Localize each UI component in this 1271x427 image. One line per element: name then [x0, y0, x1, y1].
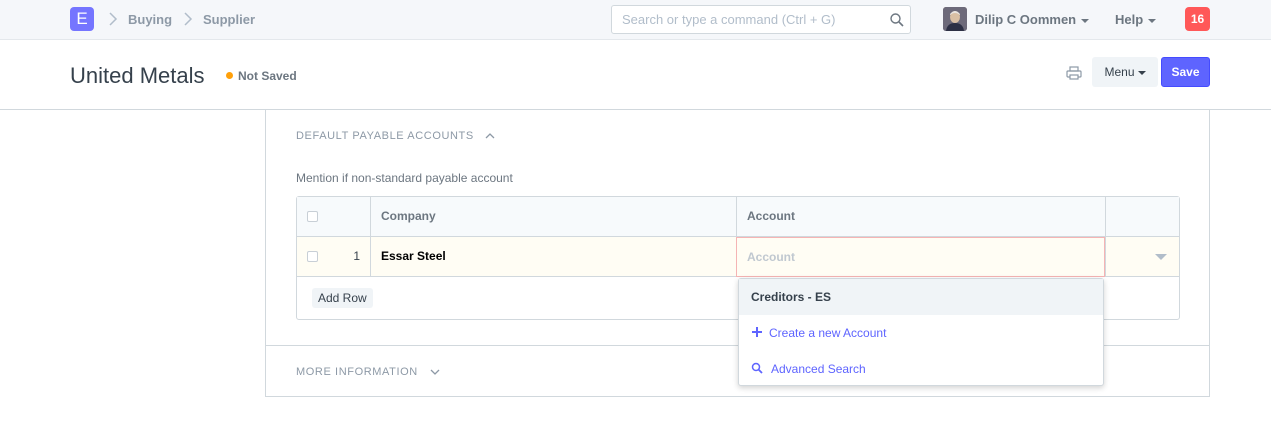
column-divider — [370, 237, 371, 277]
account-suggestions-dropdown: Creditors - ES Create a new Account Adva… — [738, 278, 1104, 386]
plus-icon — [752, 327, 762, 337]
section-more-information[interactable]: MORE INFORMATION — [296, 366, 440, 378]
section-title: MORE INFORMATION — [296, 366, 418, 378]
search-input[interactable] — [612, 6, 877, 33]
search-box — [611, 5, 911, 34]
search-icon[interactable] — [889, 12, 905, 28]
chevron-down-icon — [430, 369, 439, 376]
caret-down-icon[interactable] — [1155, 254, 1167, 260]
user-menu[interactable]: Dilip C Oommen — [975, 12, 1090, 27]
chevron-up-icon — [486, 133, 495, 139]
page-head: United Metals Not Saved Menu Save — [0, 41, 1271, 110]
caret-down-icon — [1148, 18, 1157, 23]
column-divider — [1105, 197, 1106, 237]
select-all-checkbox[interactable] — [307, 211, 318, 222]
chevron-right-icon — [109, 12, 118, 26]
column-divider — [736, 197, 737, 237]
menu-button[interactable]: Menu — [1092, 57, 1158, 87]
navbar: E Buying Supplier Dilip C Oommen Help 16 — [0, 0, 1271, 40]
section-default-payable-accounts[interactable]: DEFAULT PAYABLE ACCOUNTS — [296, 130, 495, 142]
create-new-account-label: Create a new Account — [769, 326, 887, 340]
create-new-account-option[interactable]: Create a new Account — [739, 315, 1103, 351]
add-row-button[interactable]: Add Row — [312, 288, 373, 308]
suggestion-label: Creditors - ES — [751, 290, 832, 304]
help-menu[interactable]: Help — [1115, 12, 1157, 27]
column-header-account: Account — [747, 209, 795, 223]
section-description: Mention if non-standard payable account — [296, 171, 513, 185]
status-dot — [226, 72, 233, 79]
caret-down-icon — [1081, 18, 1090, 23]
help-label: Help — [1115, 12, 1144, 27]
breadcrumb-buying[interactable]: Buying — [128, 12, 172, 27]
column-divider — [1105, 237, 1106, 277]
status-indicator: Not Saved — [226, 69, 297, 83]
status-text: Not Saved — [238, 69, 297, 83]
user-name: Dilip C Oommen — [975, 12, 1077, 27]
page-title: United Metals — [70, 63, 205, 88]
caret-down-icon — [1137, 70, 1146, 75]
save-button[interactable]: Save — [1161, 57, 1210, 87]
row-index: 1 — [353, 249, 360, 263]
user-photo-icon — [943, 7, 967, 31]
search-icon — [751, 362, 763, 374]
row-checkbox[interactable] — [307, 251, 318, 262]
app-logo[interactable]: E — [70, 7, 94, 31]
account-field[interactable] — [736, 237, 1105, 277]
advanced-search-label: Advanced Search — [771, 362, 866, 376]
suggestion-creditors-es[interactable]: Creditors - ES — [739, 279, 1103, 315]
notification-badge[interactable]: 16 — [1185, 7, 1210, 31]
breadcrumb-supplier[interactable]: Supplier — [203, 12, 255, 27]
section-title: DEFAULT PAYABLE ACCOUNTS — [296, 130, 474, 142]
column-header-company: Company — [381, 209, 436, 223]
column-divider — [370, 197, 371, 237]
chevron-right-icon — [184, 12, 193, 26]
print-icon[interactable] — [1066, 66, 1082, 80]
menu-label: Menu — [1104, 65, 1135, 79]
table-row[interactable]: 1 Essar Steel — [297, 237, 1179, 277]
avatar[interactable] — [943, 7, 967, 31]
advanced-search-option[interactable]: Advanced Search — [739, 351, 1103, 387]
table-header: Company Account — [297, 197, 1179, 237]
cell-company[interactable]: Essar Steel — [381, 249, 446, 263]
